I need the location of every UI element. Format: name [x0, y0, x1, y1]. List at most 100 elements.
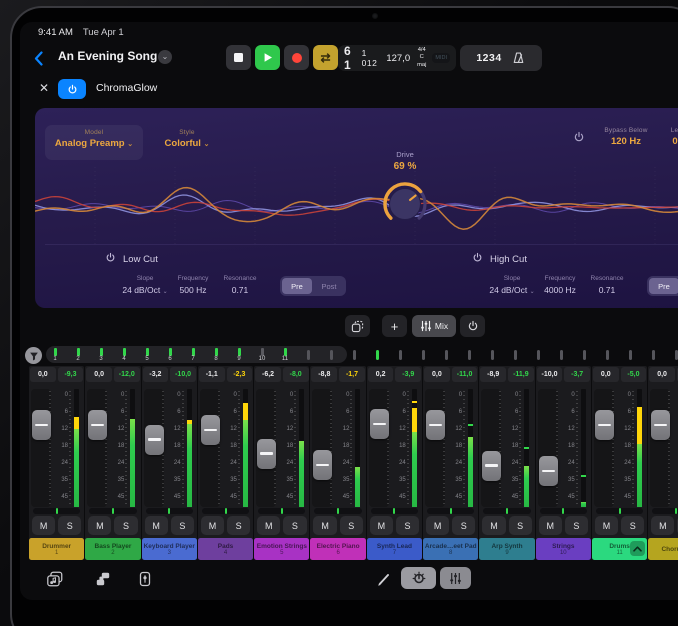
fader-cap[interactable] [651, 410, 670, 440]
mute-button[interactable]: M [88, 516, 111, 535]
peak-db-value[interactable]: -1,7 [339, 367, 365, 382]
plugins-button[interactable] [92, 568, 114, 590]
fader-db-value[interactable]: 0,0 [424, 367, 450, 382]
solo-button[interactable]: S [509, 516, 532, 535]
stop-button[interactable] [226, 45, 251, 70]
high-cut-slope[interactable]: Slope 24 dB/Oct ⌄ [484, 275, 540, 295]
fader-db-value[interactable]: -8,8 [311, 367, 337, 382]
fader-db-value[interactable]: 0,2 [368, 367, 394, 382]
high-cut-frequency[interactable]: Frequency 4000 Hz [534, 275, 586, 295]
high-cut-resonance[interactable]: Resonance 0.71 [582, 275, 632, 295]
fader-db-value[interactable]: 0,0 [30, 367, 56, 382]
track-name-plate[interactable]: Chorus V [648, 538, 678, 560]
pan-control[interactable] [33, 508, 80, 514]
style-selector[interactable]: Style Colorful ⌄ [151, 129, 223, 149]
fader-db-value[interactable]: -8,9 [480, 367, 506, 382]
track-name-plate[interactable]: Strings10 [536, 538, 591, 560]
low-cut-power-button[interactable] [105, 250, 116, 268]
song-title[interactable]: An Evening Song [58, 49, 157, 63]
fader-db-value[interactable]: -10,0 [537, 367, 563, 382]
peak-db-value[interactable]: -10,0 [170, 367, 196, 382]
fader-cap[interactable] [426, 410, 445, 440]
mute-button[interactable]: M [32, 516, 55, 535]
media-browser-button[interactable] [44, 568, 66, 590]
solo-button[interactable]: S [396, 516, 419, 535]
mute-button[interactable]: M [595, 516, 618, 535]
mute-button[interactable]: M [651, 516, 674, 535]
mute-button[interactable]: M [313, 516, 336, 535]
fader-cap[interactable] [201, 415, 220, 445]
solo-button[interactable]: S [621, 516, 644, 535]
peak-db-value[interactable]: -11,0 [452, 367, 478, 382]
low-cut-slope[interactable]: Slope 24 dB/Oct ⌄ [117, 275, 173, 295]
pan-control[interactable] [540, 508, 587, 514]
mute-button[interactable]: M [426, 516, 449, 535]
high-cut-power-button[interactable] [472, 250, 483, 268]
solo-button[interactable]: S [58, 516, 81, 535]
solo-button[interactable]: S [283, 516, 306, 535]
fader-db-value[interactable]: -6,2 [255, 367, 281, 382]
post-button[interactable]: Post [314, 278, 344, 294]
track-name-plate[interactable]: Keyboard Player3 [142, 538, 197, 560]
track-name-plate[interactable]: Emotion Strings5 [254, 538, 309, 560]
pan-control[interactable] [202, 508, 249, 514]
track-name-plate[interactable]: Drums11 [592, 538, 647, 560]
fader-db-value[interactable]: -1,1 [199, 367, 225, 382]
peak-db-value[interactable]: -3,7 [564, 367, 590, 382]
pre-button[interactable]: Pre [649, 278, 678, 294]
model-selector[interactable]: Model Analog Preamp ⌄ [45, 125, 143, 160]
fader-cap[interactable] [257, 439, 276, 469]
peak-db-value[interactable]: -9,3 [58, 367, 84, 382]
count-in-button[interactable]: 1234 [476, 52, 501, 64]
back-chevron-icon[interactable] [34, 51, 43, 71]
pre-button[interactable]: Pre [282, 278, 312, 294]
fader-db-value[interactable]: 0,0 [86, 367, 112, 382]
solo-button[interactable]: S [340, 516, 363, 535]
pan-control[interactable] [427, 508, 474, 514]
fader-db-value[interactable]: 0,0 [649, 367, 675, 382]
low-cut-resonance[interactable]: Resonance 0.71 [215, 275, 265, 295]
cycle-button[interactable]: ⇄ [313, 45, 338, 70]
fader-cap[interactable] [32, 410, 51, 440]
fader-db-value[interactable]: 0,0 [593, 367, 619, 382]
filter-tracks-button[interactable] [25, 347, 42, 364]
peak-db-value[interactable]: -11,9 [508, 367, 534, 382]
track-name-plate[interactable]: Arp Synth9 [479, 538, 534, 560]
song-menu-chevron-icon[interactable]: ⌄ [158, 50, 172, 64]
solo-button[interactable]: S [565, 516, 588, 535]
level-control[interactable]: Level 0.0 [651, 127, 678, 147]
bypass-power-button[interactable] [573, 130, 585, 148]
edit-button[interactable] [372, 568, 394, 590]
fader-cap[interactable] [595, 410, 614, 440]
peak-db-value[interactable]: -12,0 [114, 367, 140, 382]
mute-button[interactable]: M [370, 516, 393, 535]
solo-button[interactable]: S [114, 516, 137, 535]
play-button[interactable] [255, 45, 280, 70]
mix-view-button[interactable]: Mix [412, 315, 456, 337]
add-track-button[interactable]: + [382, 315, 407, 337]
peak-db-value[interactable]: -8,0 [283, 367, 309, 382]
track-name-plate[interactable]: Pads4 [198, 538, 253, 560]
metronome-icon[interactable] [511, 51, 526, 66]
solo-button[interactable]: S [171, 516, 194, 535]
pan-control[interactable] [652, 508, 678, 514]
peak-db-value[interactable]: -5,0 [621, 367, 647, 382]
solo-button[interactable]: S [227, 516, 250, 535]
peak-db-value[interactable]: -3,9 [395, 367, 421, 382]
track-name-plate[interactable]: Bass Player2 [85, 538, 140, 560]
mute-button[interactable]: M [145, 516, 168, 535]
low-cut-frequency[interactable]: Frequency 500 Hz [167, 275, 219, 295]
fader-db-value[interactable]: -3,2 [143, 367, 169, 382]
mixer-power-button[interactable] [460, 315, 485, 337]
close-plugin-icon[interactable]: ✕ [39, 81, 49, 95]
drive-knob[interactable] [381, 180, 429, 228]
pan-control[interactable] [258, 508, 305, 514]
pan-control[interactable] [371, 508, 418, 514]
peak-db-value[interactable]: -2,3 [227, 367, 253, 382]
track-name-plate[interactable]: Synth Lead7 [367, 538, 422, 560]
pan-control[interactable] [89, 508, 136, 514]
track-name-plate[interactable]: Electric Piano6 [310, 538, 365, 560]
fader-cap[interactable] [539, 456, 558, 486]
solo-button[interactable]: S [452, 516, 475, 535]
lcd-display[interactable]: 6 1 1 012 127,0 4/4 C maj MIDI [338, 45, 456, 71]
